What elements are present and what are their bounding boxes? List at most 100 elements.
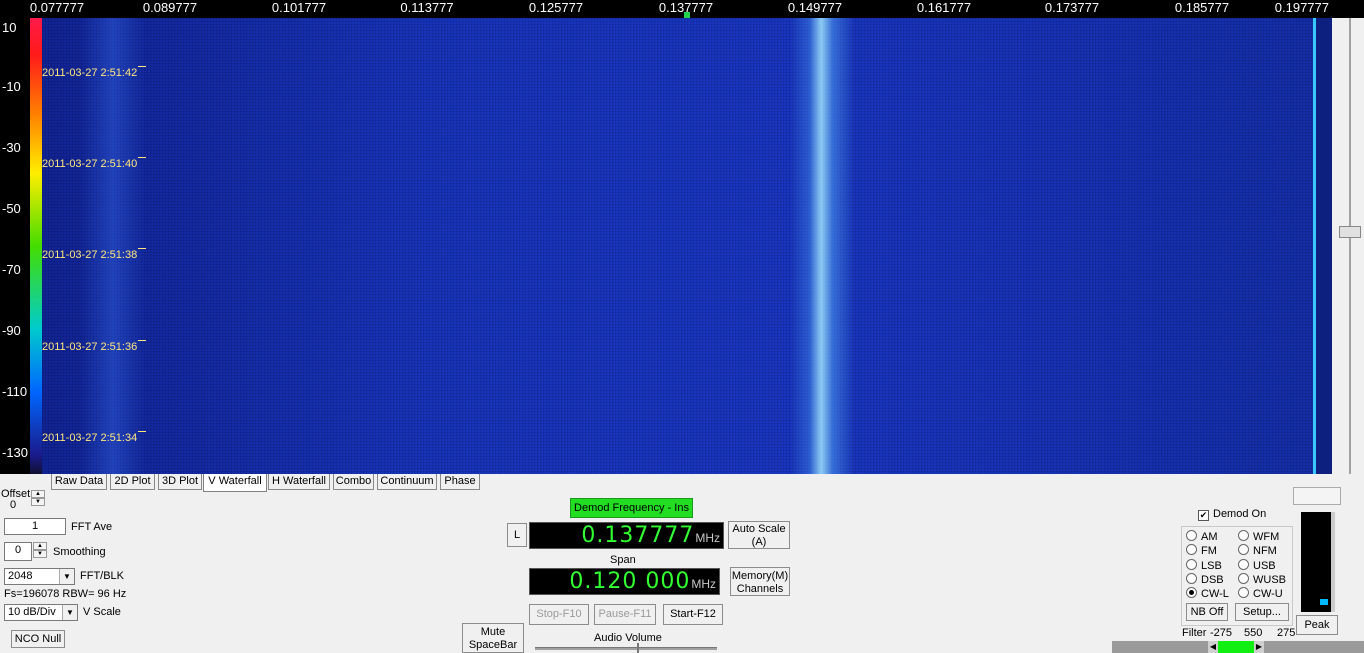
offset-value[interactable]: 0 bbox=[10, 499, 16, 511]
filter-low-value: -275 bbox=[1210, 627, 1233, 639]
db-label: -110 bbox=[2, 384, 28, 399]
frequency-axis: 0.077777 0.089777 0.101777 0.113777 0.12… bbox=[0, 0, 1364, 22]
filter-high-value: 275 bbox=[1277, 627, 1296, 639]
timestamp-label: 2011-03-27 2:51:40 bbox=[42, 158, 138, 170]
chevron-right-icon[interactable]: ▶ bbox=[1254, 641, 1264, 653]
mode-radio-fm[interactable]: FM bbox=[1186, 544, 1217, 557]
demod-mode-group: AM FM LSB DSB CW-L WFM NFM USB WUSB CW-U… bbox=[1181, 526, 1293, 626]
audio-volume-label: Audio Volume bbox=[594, 632, 662, 644]
waterfall-display[interactable]: 2011-03-27 2:51:42 2011-03-27 2:51:40 20… bbox=[42, 18, 1332, 474]
l-button[interactable]: L bbox=[507, 523, 527, 547]
slider-thumb[interactable] bbox=[1339, 226, 1361, 238]
nb-off-button[interactable]: NB Off bbox=[1186, 603, 1228, 621]
mode-radio-lsb[interactable]: LSB bbox=[1186, 559, 1222, 572]
fft-ave-label: FFT Ave bbox=[71, 521, 113, 533]
span-display[interactable]: 0.120 000MHz bbox=[529, 568, 720, 595]
chevron-left-icon[interactable]: ◀ bbox=[1208, 641, 1218, 653]
tab-v-waterfall[interactable]: V Waterfall bbox=[203, 474, 267, 492]
timestamp-mark bbox=[138, 248, 146, 249]
tab-3d-plot[interactable]: 3D Plot bbox=[158, 474, 202, 490]
timestamp-label: 2011-03-27 2:51:38 bbox=[42, 249, 138, 261]
start-button[interactable]: Start-F12 bbox=[663, 604, 723, 625]
meter-header-button[interactable] bbox=[1293, 487, 1341, 505]
chevron-down-icon: ▼ bbox=[62, 605, 77, 620]
radio-selected-icon bbox=[1186, 587, 1197, 598]
freq-tick: 0.077777 bbox=[29, 0, 85, 15]
auto-scale-button[interactable]: Auto Scale (A) bbox=[728, 521, 790, 549]
setup-button[interactable]: Setup... bbox=[1235, 603, 1289, 621]
mode-radio-dsb[interactable]: DSB bbox=[1186, 573, 1224, 586]
tab-2d-plot[interactable]: 2D Plot bbox=[110, 474, 155, 490]
mode-radio-cw-u[interactable]: CW-U bbox=[1238, 587, 1283, 600]
audio-volume-slider[interactable] bbox=[535, 647, 717, 650]
fft-ave-input[interactable]: 1 bbox=[4, 518, 66, 535]
tab-phase[interactable]: Phase bbox=[440, 474, 480, 490]
mode-radio-usb[interactable]: USB bbox=[1238, 559, 1276, 572]
stop-button[interactable]: Stop-F10 bbox=[529, 604, 589, 625]
waterfall-edge-band bbox=[1316, 18, 1332, 474]
demod-frequency-button[interactable]: Demod Frequency - Ins bbox=[570, 498, 693, 518]
filter-slider[interactable]: ◀ ▶ bbox=[1112, 641, 1364, 653]
signal-level-bar bbox=[1320, 599, 1328, 605]
fft-blk-select[interactable]: 2048 ▼ bbox=[4, 568, 75, 585]
vscale-value: 10 dB/Div bbox=[8, 606, 56, 618]
mode-label: CW-L bbox=[1201, 588, 1229, 600]
mode-radio-wfm[interactable]: WFM bbox=[1238, 530, 1279, 543]
filter-passband[interactable] bbox=[1218, 641, 1254, 653]
timestamp-label: 2011-03-27 2:51:34 bbox=[42, 432, 138, 444]
demod-on-checkbox[interactable]: ✔ Demod On bbox=[1198, 508, 1266, 521]
smoothing-label: Smoothing bbox=[53, 546, 106, 558]
mode-radio-wusb[interactable]: WUSB bbox=[1238, 573, 1286, 586]
slider-track bbox=[1349, 18, 1351, 474]
timestamp-label: 2011-03-27 2:51:36 bbox=[42, 341, 138, 353]
signal-level-meter bbox=[1301, 512, 1331, 612]
demod-on-label: Demod On bbox=[1213, 508, 1267, 520]
audio-volume-thumb[interactable] bbox=[637, 643, 639, 653]
db-label: -70 bbox=[2, 262, 21, 277]
memory-channels-button[interactable]: Memory(M) Channels bbox=[730, 567, 790, 596]
radio-icon bbox=[1186, 559, 1197, 570]
freq-tick: 0.125777 bbox=[528, 0, 584, 15]
meter-scrollbar[interactable] bbox=[1331, 512, 1335, 612]
mode-label: WFM bbox=[1253, 531, 1280, 543]
freq-tick: 0.161777 bbox=[916, 0, 972, 15]
radio-icon bbox=[1238, 530, 1249, 541]
offset-stepper[interactable]: ▲ ▼ bbox=[31, 490, 45, 506]
chevron-down-icon: ▼ bbox=[59, 569, 74, 584]
frequency-display[interactable]: 0.137777MHz bbox=[529, 522, 724, 549]
vertical-scale-slider[interactable] bbox=[1334, 18, 1364, 474]
freq-tick: 0.089777 bbox=[142, 0, 198, 15]
tab-raw-data[interactable]: Raw Data bbox=[51, 474, 107, 490]
freq-tick: 0.173777 bbox=[1044, 0, 1100, 15]
radio-icon bbox=[1186, 573, 1197, 584]
mode-radio-cw-l[interactable]: CW-L bbox=[1186, 587, 1229, 600]
pause-button[interactable]: Pause-F11 bbox=[594, 604, 656, 625]
db-label: -90 bbox=[2, 323, 21, 338]
vscale-select[interactable]: 10 dB/Div ▼ bbox=[4, 604, 78, 621]
mute-button[interactable]: Mute SpaceBar bbox=[462, 623, 524, 653]
mute-shortcut: SpaceBar bbox=[468, 639, 518, 652]
mode-radio-nfm[interactable]: NFM bbox=[1238, 544, 1277, 557]
timestamp-mark bbox=[138, 340, 146, 341]
db-label: -30 bbox=[2, 140, 21, 155]
color-scale-bar bbox=[30, 18, 42, 474]
db-label: 10 bbox=[2, 20, 17, 35]
smoothing-stepper[interactable]: ▲ ▼ bbox=[33, 542, 47, 558]
tab-combo[interactable]: Combo bbox=[333, 474, 374, 490]
frequency-value: 0.137777 bbox=[581, 523, 695, 548]
mode-label: FM bbox=[1201, 545, 1217, 557]
tab-h-waterfall[interactable]: H Waterfall bbox=[268, 474, 330, 490]
tab-continuum[interactable]: Continuum bbox=[377, 474, 437, 490]
mode-label: WUSB bbox=[1253, 574, 1286, 586]
mode-label: AM bbox=[1201, 531, 1218, 543]
smoothing-input[interactable]: 0 bbox=[4, 542, 32, 561]
peak-button[interactable]: Peak bbox=[1296, 615, 1338, 635]
db-label: -50 bbox=[2, 201, 21, 216]
freq-tick: 0.101777 bbox=[271, 0, 327, 15]
db-axis: 10 -10 -30 -50 -70 -90 -110 -130 bbox=[0, 18, 30, 474]
frequency-unit: MHz bbox=[695, 531, 720, 545]
mode-radio-am[interactable]: AM bbox=[1186, 530, 1218, 543]
timestamp-mark bbox=[138, 66, 146, 67]
check-icon: ✔ bbox=[1198, 510, 1209, 521]
nco-null-button[interactable]: NCO Null bbox=[11, 630, 65, 648]
